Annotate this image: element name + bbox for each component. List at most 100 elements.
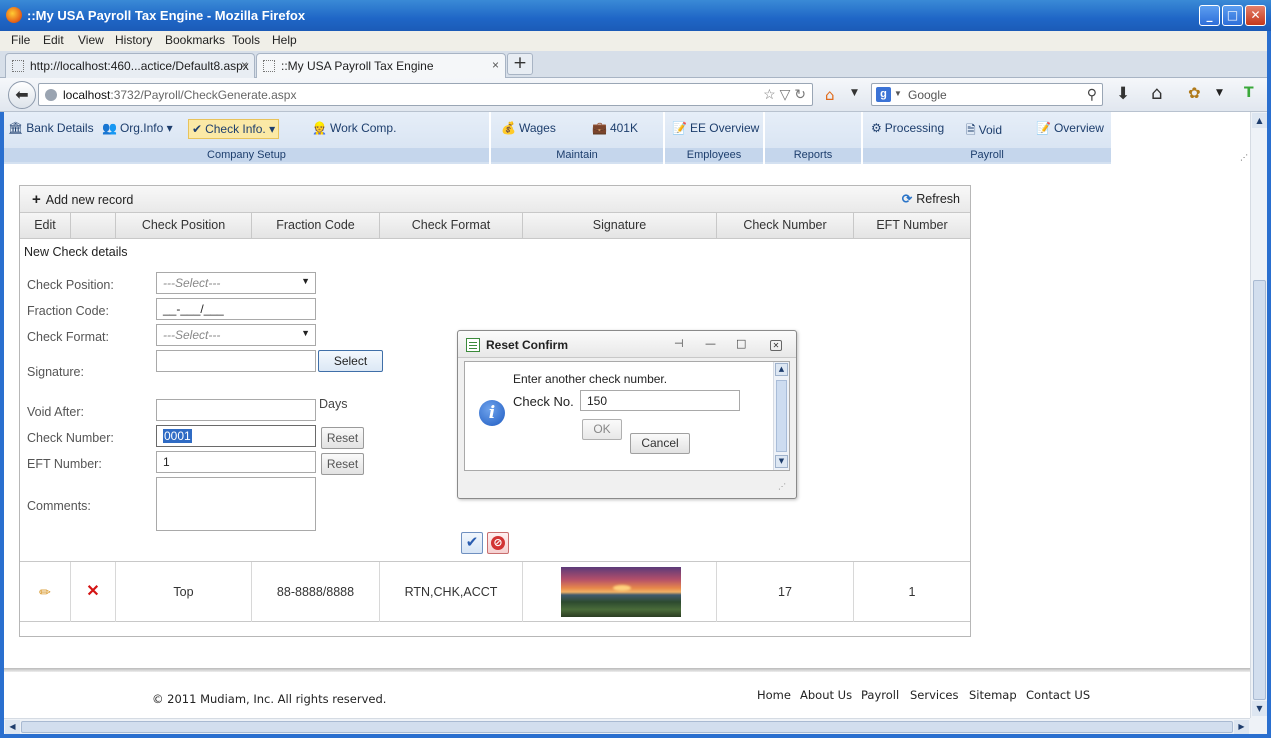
resize-grip-icon[interactable]: ⋰ — [778, 482, 786, 491]
col-edit[interactable]: Edit — [20, 213, 71, 239]
worker-icon: 👷 — [312, 121, 327, 135]
save-checkmark-button[interactable]: ✔ — [461, 532, 483, 554]
fraction-code-input[interactable]: __-___/___ — [156, 298, 316, 320]
ribbon-work-comp[interactable]: 👷 Work Comp. — [312, 121, 396, 135]
col-check-format[interactable]: Check Format — [380, 213, 523, 239]
nav-dropdown-icon[interactable]: ▼ — [851, 88, 858, 98]
minimize-button[interactable]: _ — [1199, 5, 1220, 26]
scroll-up-icon[interactable]: ▲ — [1252, 113, 1267, 128]
scroll-right-icon[interactable]: ▶ — [1234, 720, 1249, 734]
menu-view[interactable]: View — [78, 33, 104, 47]
menu-file[interactable]: File — [11, 33, 30, 47]
footer-link-payroll[interactable]: Payroll — [861, 688, 899, 702]
delete-x-icon[interactable]: ✕ — [86, 583, 99, 600]
dialog-scrollbar[interactable]: ▲ ▼ — [773, 362, 789, 470]
new-tab-button[interactable]: + — [507, 53, 533, 75]
download-icon[interactable]: ⬇ — [1116, 84, 1130, 104]
pencil-icon[interactable]: ✏ — [39, 584, 51, 600]
menu-help[interactable]: Help — [272, 33, 297, 47]
back-button[interactable]: ⬅ — [8, 81, 36, 109]
ribbon-resize-grip-icon[interactable]: ⋰ — [1240, 153, 1248, 162]
close-icon[interactable]: ✕ — [770, 340, 782, 351]
ribbon-group-label: Employees — [665, 148, 763, 162]
dialog-statusbar: ⋰ — [464, 473, 790, 493]
home-icon[interactable]: ⌂ — [1151, 83, 1162, 104]
reset-check-number-button[interactable]: Reset — [321, 427, 364, 449]
scroll-up-icon[interactable]: ▲ — [775, 363, 788, 376]
add-record-button[interactable]: + Add new record — [32, 191, 133, 208]
horizontal-scrollbar[interactable]: ◀ ▶ — [4, 718, 1250, 734]
overview-icon: 📝 — [1036, 121, 1051, 135]
url-actions[interactable]: ☆ ▽ ↻ — [763, 86, 806, 103]
ribbon-group-label: Company Setup — [4, 148, 489, 162]
scroll-down-icon[interactable]: ▼ — [775, 455, 788, 468]
maximize-icon[interactable]: □ — [736, 337, 746, 350]
url-bar[interactable]: localhost:3732/Payroll/CheckGenerate.asp… — [38, 83, 813, 106]
menu-bookmarks[interactable]: Bookmarks — [165, 33, 225, 47]
col-delete[interactable] — [71, 213, 116, 239]
cancel-edit-button[interactable]: ⊘ — [487, 532, 509, 554]
tab-close-icon[interactable]: × — [241, 58, 248, 72]
signature-input[interactable] — [156, 350, 316, 372]
tab-payroll-engine[interactable]: ::My USA Payroll Tax Engine × — [256, 53, 506, 78]
search-icon[interactable]: ⚲ — [1087, 86, 1097, 103]
close-window-button[interactable]: ✕ — [1245, 5, 1266, 26]
ribbon-check-info[interactable]: ✔ Check Info. ▾ — [188, 119, 280, 139]
tab-close-icon[interactable]: × — [492, 58, 499, 72]
cancel-button[interactable]: Cancel — [630, 433, 690, 454]
vertical-scrollbar[interactable]: ▲ ▼ — [1250, 112, 1267, 718]
dialog-titlebar[interactable]: Reset Confirm ⊣ — □ ✕ — [458, 331, 796, 358]
addon-icon[interactable]: ✿ — [1188, 84, 1201, 102]
col-check-number[interactable]: Check Number — [717, 213, 854, 239]
ribbon-bank-details[interactable]: 🏛 Bank Details — [8, 121, 94, 135]
info-icon: i — [479, 400, 505, 426]
col-signature[interactable]: Signature — [523, 213, 717, 239]
eft-number-input[interactable]: 1 — [156, 451, 316, 473]
ribbon-processing[interactable]: ⚙ Processing — [871, 121, 944, 135]
copyright-text: © 2011 Mudiam, Inc. All rights reserved. — [152, 692, 387, 706]
void-after-input[interactable] — [156, 399, 316, 421]
col-fraction-code[interactable]: Fraction Code — [252, 213, 380, 239]
check-format-select[interactable]: ---Select--- ▼ — [156, 324, 316, 346]
grid-header: Edit Check Position Fraction Code Check … — [20, 213, 970, 239]
maximize-button[interactable]: □ — [1222, 5, 1243, 26]
search-input[interactable]: g ▼ Google ⚲ — [871, 83, 1103, 106]
pin-icon[interactable]: ⊣ — [674, 337, 684, 350]
footer-link-sitemap[interactable]: Sitemap — [969, 688, 1017, 702]
check-number-input[interactable]: 0001 — [156, 425, 316, 447]
scroll-thumb[interactable] — [21, 721, 1233, 733]
check-position-select[interactable]: ---Select--- ▼ — [156, 272, 316, 294]
scroll-left-icon[interactable]: ◀ — [5, 720, 20, 734]
reset-eft-number-button[interactable]: Reset — [321, 453, 364, 475]
ribbon-overview[interactable]: 📝 Overview — [1036, 121, 1104, 135]
menu-edit[interactable]: Edit — [43, 33, 64, 47]
footer-link-about[interactable]: About Us — [800, 688, 852, 702]
toolbar-t-icon[interactable]: T — [1244, 85, 1254, 101]
scroll-down-icon[interactable]: ▼ — [1252, 701, 1267, 716]
tab-default8[interactable]: http://localhost:460...actice/Default8.a… — [5, 53, 255, 78]
scroll-thumb[interactable] — [1253, 280, 1266, 700]
refresh-button[interactable]: ⟳ Refresh — [902, 191, 960, 206]
menu-history[interactable]: History — [115, 33, 152, 47]
engine-dropdown-icon[interactable]: ▼ — [894, 89, 902, 98]
ribbon-wages[interactable]: 💰 Wages — [501, 121, 556, 135]
minimize-icon[interactable]: — — [705, 337, 716, 350]
ribbon-void[interactable]: 🗎 Void — [966, 121, 1002, 142]
comments-textarea[interactable] — [156, 477, 316, 531]
menu-tools[interactable]: Tools — [232, 33, 260, 47]
ribbon-org-info[interactable]: 👥 Org.Info ▾ — [102, 121, 173, 135]
check-no-input[interactable]: 150 — [580, 390, 740, 411]
footer-link-services[interactable]: Services — [910, 688, 959, 702]
scroll-thumb[interactable] — [776, 380, 787, 452]
site-home-icon[interactable]: ⌂ — [825, 86, 835, 104]
footer-link-contact[interactable]: Contact US — [1026, 688, 1090, 702]
col-check-position[interactable]: Check Position — [116, 213, 252, 239]
footer-link-home[interactable]: Home — [757, 688, 791, 702]
select-signature-button[interactable]: Select — [318, 350, 383, 372]
ok-button[interactable]: OK — [582, 419, 622, 440]
ribbon-ee-overview[interactable]: 📝 EE Overview — [672, 121, 759, 135]
addon-dropdown-icon[interactable]: ▼ — [1216, 88, 1223, 98]
google-icon[interactable]: g — [876, 87, 891, 102]
ribbon-401k[interactable]: 💼 401K — [592, 121, 638, 135]
col-eft-number[interactable]: EFT Number — [854, 213, 970, 239]
